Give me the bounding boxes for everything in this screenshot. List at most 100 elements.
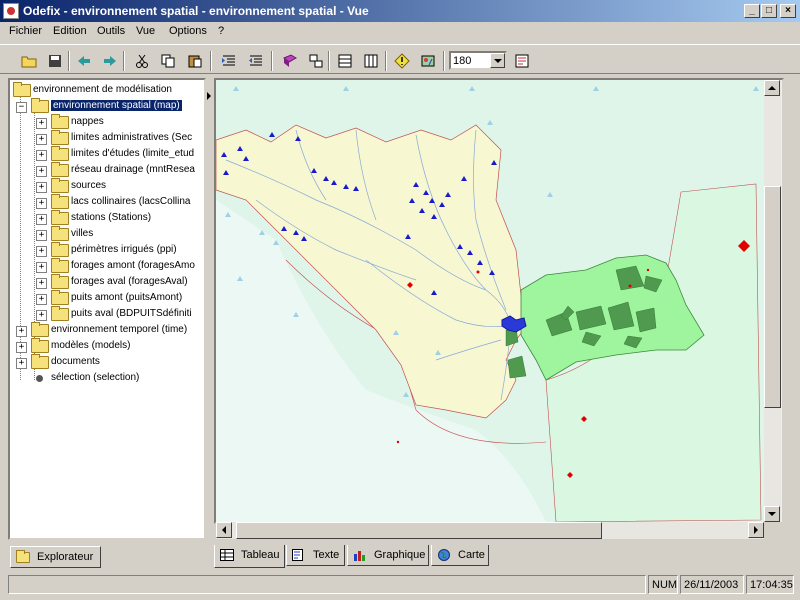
- expand-icon[interactable]: +: [36, 118, 47, 129]
- expand-icon[interactable]: +: [16, 342, 27, 353]
- expand-icon[interactable]: +: [36, 230, 47, 241]
- expand-icon[interactable]: +: [36, 214, 47, 225]
- book-icon[interactable]: [279, 50, 301, 72]
- paste-icon[interactable]: [184, 50, 206, 72]
- indent-icon[interactable]: [218, 50, 240, 72]
- expand-icon[interactable]: +: [36, 310, 47, 321]
- tree-label: nappes: [71, 116, 104, 127]
- splitter[interactable]: [206, 78, 212, 540]
- vertical-scrollbar[interactable]: [764, 80, 781, 522]
- tree-root[interactable]: environnement de modélisation: [10, 82, 204, 98]
- tree-node-models[interactable]: + modèles (models): [10, 338, 204, 354]
- tree-node-layer[interactable]: + forages aval (foragesAval): [10, 274, 204, 290]
- menu-help[interactable]: ?: [218, 25, 224, 37]
- scroll-up-icon[interactable]: [764, 80, 780, 96]
- folder-icon: [51, 146, 69, 161]
- tab-carte[interactable]: Carte: [431, 545, 489, 566]
- layers-icon[interactable]: [305, 50, 327, 72]
- cut-icon[interactable]: [131, 50, 153, 72]
- expand-icon[interactable]: +: [36, 262, 47, 273]
- tree-label: forages amont (foragesAmo: [71, 260, 195, 271]
- folder-icon: [51, 226, 69, 241]
- tree-node-layer[interactable]: + puits amont (puitsAmont): [10, 290, 204, 306]
- expand-icon[interactable]: +: [16, 358, 27, 369]
- expand-icon[interactable]: +: [36, 150, 47, 161]
- warning-icon[interactable]: [391, 50, 413, 72]
- tree-label: modèles (models): [51, 340, 131, 351]
- zoom-select[interactable]: 180: [449, 51, 507, 70]
- expand-icon[interactable]: +: [36, 166, 47, 177]
- app-icon[interactable]: [3, 3, 19, 19]
- expand-icon[interactable]: +: [36, 198, 47, 209]
- collapse-icon[interactable]: −: [16, 102, 27, 113]
- menu-outils[interactable]: Outils: [97, 25, 125, 37]
- tree-label: villes: [71, 228, 94, 239]
- horizontal-scrollbar[interactable]: [216, 522, 764, 539]
- copy-icon[interactable]: [157, 50, 179, 72]
- close-button[interactable]: ×: [780, 4, 796, 18]
- menu-vue[interactable]: Vue: [136, 25, 155, 37]
- globe-icon: [438, 549, 450, 561]
- tree-node-layer[interactable]: + périmètres irrigués (ppi): [10, 242, 204, 258]
- back-arrow-icon[interactable]: [73, 50, 95, 72]
- columns-icon[interactable]: [360, 50, 382, 72]
- forward-arrow-icon[interactable]: [99, 50, 121, 72]
- toolbar-separator: [271, 51, 273, 71]
- tree-node-layer[interactable]: + stations (Stations): [10, 210, 204, 226]
- expand-icon[interactable]: +: [36, 278, 47, 289]
- tab-label: Explorateur: [37, 551, 94, 563]
- table-icon[interactable]: [334, 50, 356, 72]
- tree-label: stations (Stations): [71, 212, 152, 223]
- vertical-scroll-thumb[interactable]: [764, 186, 781, 408]
- expand-icon[interactable]: +: [36, 182, 47, 193]
- menu-options[interactable]: Options: [169, 25, 207, 37]
- open-folder-icon[interactable]: [18, 50, 40, 72]
- map-view[interactable]: [214, 78, 784, 524]
- tree-node-layer[interactable]: + villes: [10, 226, 204, 242]
- map-canvas[interactable]: [216, 80, 782, 522]
- save-icon[interactable]: [44, 50, 66, 72]
- tree-label: puits amont (puitsAmont): [71, 292, 183, 303]
- tab-tableau[interactable]: Tableau: [214, 545, 285, 568]
- tab-graphique[interactable]: Graphique: [347, 545, 429, 566]
- scroll-right-icon[interactable]: [748, 522, 764, 538]
- tree-node-layer[interactable]: + lacs collinaires (lacsCollina: [10, 194, 204, 210]
- tree-node-layer[interactable]: + réseau drainage (mntResea: [10, 162, 204, 178]
- tree-node-layer[interactable]: + limites administratives (Sec: [10, 130, 204, 146]
- map-tool-icon[interactable]: [417, 50, 439, 72]
- toolbar-separator: [210, 51, 212, 71]
- window-title: Odefix - environnement spatial - environ…: [23, 4, 369, 18]
- tree-node-layer[interactable]: + puits aval (BDPUITSdéfiniti: [10, 306, 204, 322]
- properties-icon[interactable]: [511, 50, 533, 72]
- tree-node-spatial[interactable]: − environnement spatial (map): [10, 98, 204, 114]
- tree-node-layer[interactable]: + nappes: [10, 114, 204, 130]
- expand-icon[interactable]: +: [16, 326, 27, 337]
- tab-explorateur[interactable]: Explorateur: [10, 546, 101, 568]
- tree-node-layer[interactable]: + limites d'études (limite_etud: [10, 146, 204, 162]
- scroll-left-icon[interactable]: [216, 522, 232, 538]
- horizontal-scroll-thumb[interactable]: [236, 522, 602, 539]
- tree-node-selection[interactable]: sélection (selection): [10, 370, 204, 386]
- tree-node-temporel[interactable]: + environnement temporel (time): [10, 322, 204, 338]
- tab-texte[interactable]: Texte: [286, 545, 345, 566]
- scroll-down-icon[interactable]: [764, 506, 780, 522]
- tab-label: Tableau: [241, 549, 280, 561]
- tree-node-documents[interactable]: + documents: [10, 354, 204, 370]
- tree-node-layer[interactable]: + forages amont (foragesAmo: [10, 258, 204, 274]
- folder-icon: [51, 306, 69, 321]
- chevron-down-icon[interactable]: [490, 53, 505, 68]
- folder-icon: [51, 162, 69, 177]
- expand-icon[interactable]: +: [36, 134, 47, 145]
- menu-edition[interactable]: Edition: [53, 25, 87, 37]
- outdent-icon[interactable]: [245, 50, 267, 72]
- minimize-button[interactable]: _: [744, 4, 760, 18]
- tree-label: périmètres irrigués (ppi): [71, 244, 177, 255]
- folder-icon: [31, 354, 49, 369]
- tree-node-layer[interactable]: + sources: [10, 178, 204, 194]
- maximize-button[interactable]: □: [761, 4, 777, 18]
- tree-label: sources: [71, 180, 107, 191]
- expand-icon[interactable]: +: [36, 246, 47, 257]
- explorer-tree[interactable]: environnement de modélisation − environn…: [8, 78, 206, 540]
- menu-fichier[interactable]: Fichier: [9, 25, 42, 37]
- expand-icon[interactable]: +: [36, 294, 47, 305]
